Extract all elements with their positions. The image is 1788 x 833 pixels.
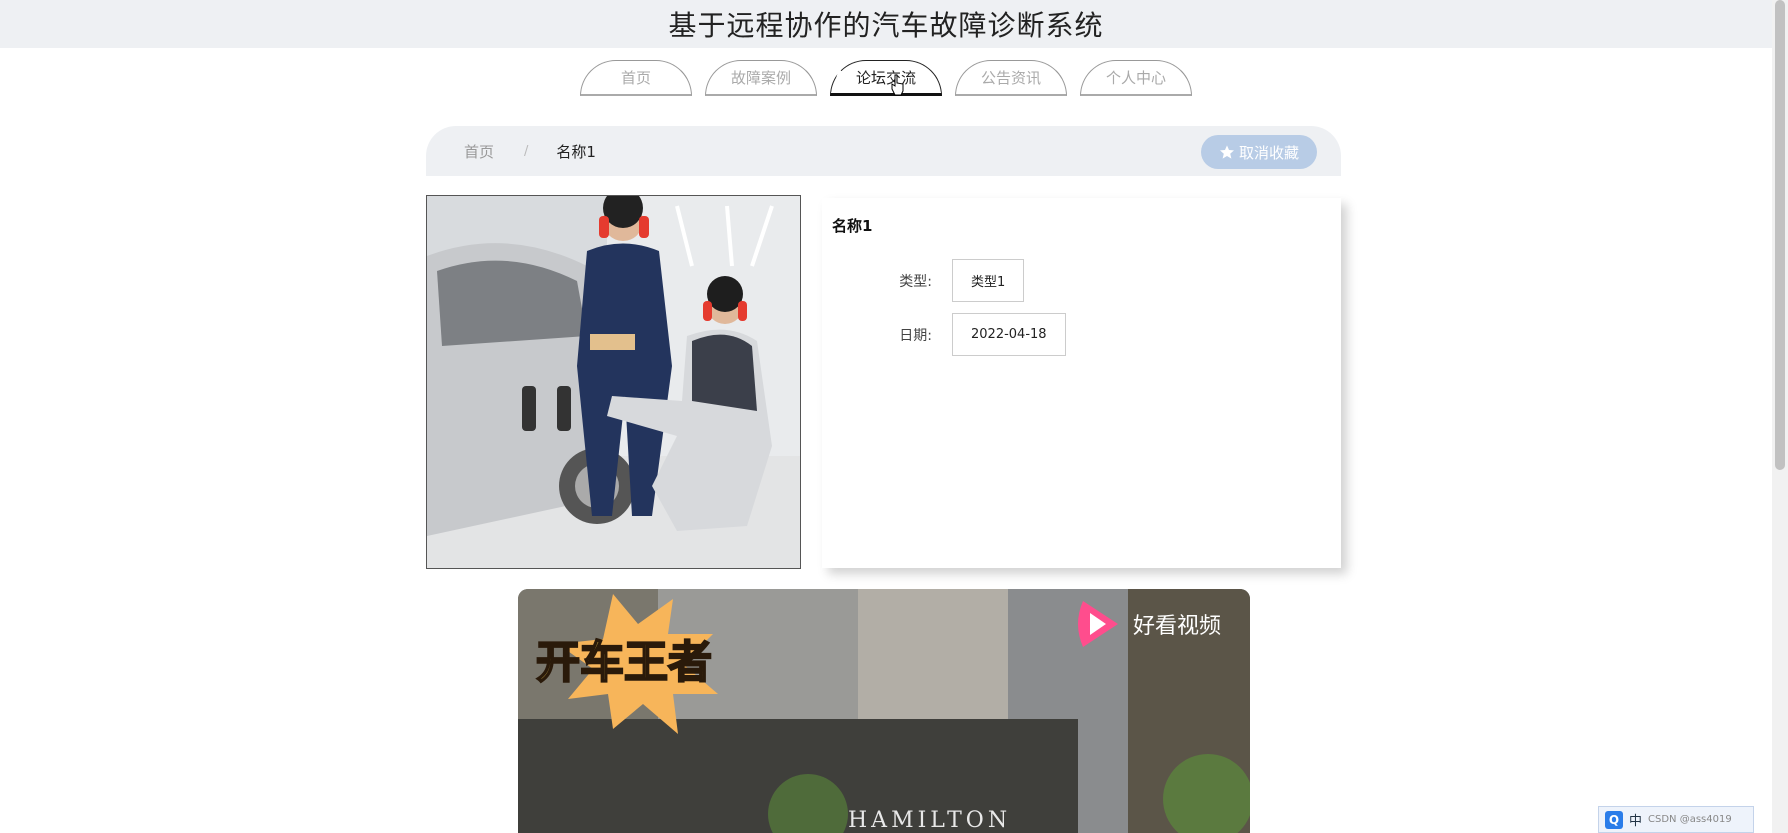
building-sign: HAMILTON [848, 808, 1011, 833]
tab-forum[interactable]: 论坛交流 [830, 60, 942, 96]
tab-fault-cases[interactable]: 故障案例 [705, 60, 817, 96]
app-title: 基于远程协作的汽车故障诊断系统 [668, 9, 1104, 42]
tab-personal-center[interactable]: 个人中心 [1080, 60, 1192, 96]
date-value: 2022-04-18 [952, 313, 1066, 356]
scroll-thumb[interactable] [1775, 0, 1785, 470]
ime-logo-icon: Q [1605, 810, 1623, 829]
main-nav: 首页 故障案例 论坛交流 公告资讯 个人中心 [0, 60, 1772, 96]
breadcrumb-home-link[interactable]: 首页 [464, 141, 494, 162]
video-platform-logo: 好看视频 [1133, 614, 1221, 639]
type-value: 类型1 [952, 259, 1025, 302]
tab-home[interactable]: 首页 [580, 60, 692, 96]
unfavorite-button[interactable]: 取消收藏 [1201, 135, 1317, 169]
detail-title: 名称1 [832, 217, 873, 235]
unfavorite-label: 取消收藏 [1238, 143, 1299, 162]
ime-mode-toggle[interactable]: 中 [1629, 810, 1642, 829]
breadcrumb: 首页 / 名称1 取消收藏 [426, 126, 1341, 176]
mechanics-photo [427, 196, 800, 568]
breadcrumb-separator: / [524, 143, 529, 159]
video-frame: 开车王者 好看视频 HAMILTON [518, 589, 1250, 833]
ime-toolbar[interactable]: Q 中 CSDN @ass4019 [1598, 806, 1754, 833]
tab-announcements[interactable]: 公告资讯 [955, 60, 1067, 96]
page-scrollbar[interactable] [1772, 0, 1788, 833]
breadcrumb-current: 名称1 [556, 142, 596, 161]
title-bar: 基于远程协作的汽车故障诊断系统 [0, 0, 1772, 48]
detail-card: 名称1 类型: 类型1 日期: 2022-04-18 [822, 198, 1341, 568]
detail-row-date: 日期: 2022-04-18 [874, 313, 1066, 356]
item-image [426, 195, 801, 569]
video-player[interactable]: 开车王者 好看视频 HAMILTON [518, 589, 1250, 833]
type-label: 类型: [899, 273, 932, 290]
date-label: 日期: [899, 327, 932, 344]
star-icon [1219, 145, 1234, 159]
mouse-cursor-icon [891, 74, 904, 96]
watermark: CSDN @ass4019 [1648, 814, 1732, 825]
video-overlay-title: 开车王者 [536, 637, 712, 688]
detail-row-type: 类型: 类型1 [874, 259, 1025, 302]
